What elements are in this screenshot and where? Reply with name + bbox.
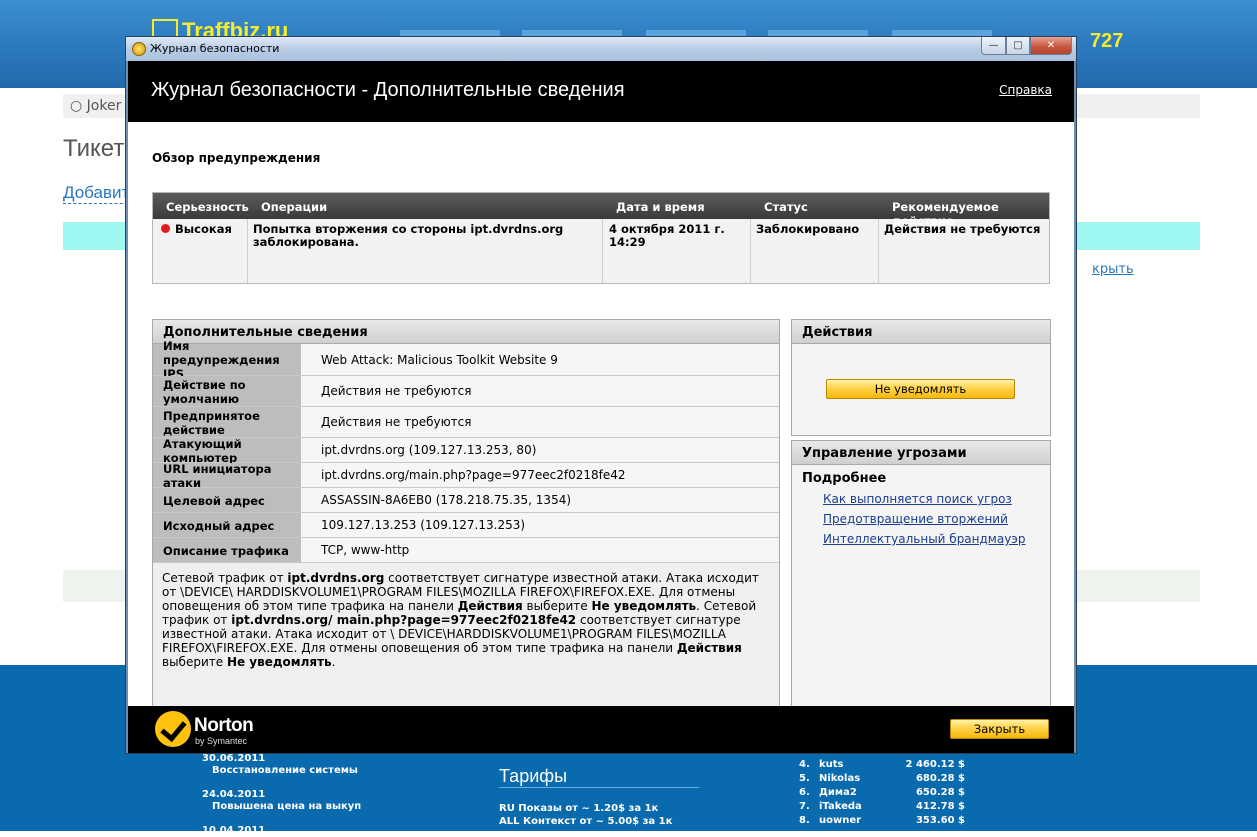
details-row-value: ipt.dvrdns.org/main.php?page=977eec2f021… [321, 468, 626, 482]
norton-logo-icon [155, 711, 191, 747]
details-row: Описание трафика TCP, www-http [153, 538, 779, 563]
details-row-label: Имя предупреждения IPS [153, 339, 301, 381]
details-row: Исходный адрес 109.127.13.253 (109.127.1… [153, 513, 779, 538]
datetime-cell: 4 октября 2011 г. 14:29 [609, 222, 725, 249]
details-row-label: Действие по умолчанию [153, 376, 301, 406]
details-row-value: ipt.dvrdns.org (109.127.13.253, 80) [321, 443, 537, 457]
details-panel: Дополнительные сведения Имя предупрежден… [152, 319, 780, 711]
site-close-link[interactable]: крыть [1092, 262, 1134, 277]
ranking-row: 6. Дима2 650.28 $ [799, 787, 965, 798]
column-divider [878, 219, 879, 283]
dialog-header: Журнал безопасности - Дополнительные све… [128, 61, 1074, 122]
norton-brand: Norton [194, 715, 254, 736]
details-row: URL инициатора атаки ipt.dvrdns.org/main… [153, 462, 779, 490]
details-row-label: Целевой адрес [153, 488, 301, 512]
ranking-row: 8. uowner 353.60 $ [799, 815, 965, 826]
column-header-operation: Операции [261, 200, 328, 214]
link-smart-firewall[interactable]: Интеллектуальный брандмауэр [823, 532, 1026, 546]
column-divider [247, 219, 248, 283]
details-row-label: Исходный адрес [153, 513, 301, 537]
site-user[interactable]: ○ Joker [70, 98, 121, 114]
close-button[interactable]: Закрыть [950, 719, 1049, 739]
news-date: 10.04.2011 [202, 825, 266, 836]
status-cell: Заблокировано [756, 222, 860, 236]
tariff-item: ALL Контекст от ~ 5.00$ за 1к [499, 816, 673, 827]
details-row: Предпринятое действие Действия не требую… [153, 407, 779, 438]
severity-cell: Высокая [161, 223, 232, 236]
help-link[interactable]: Справка [999, 83, 1052, 97]
table-header: Серьезность Операции Дата и время Статус… [153, 193, 1049, 228]
window-content: Журнал безопасности - Дополнительные све… [128, 61, 1074, 753]
norton-brand-sub: by Symantec [195, 736, 248, 746]
details-row-label: Предпринятое действие [153, 407, 301, 437]
details-row: Имя предупреждения IPS Web Attack: Malic… [153, 339, 779, 381]
details-row-value: Действия не требуются [321, 384, 472, 398]
more-info-heading: Подробнее [802, 471, 887, 486]
tariffs-title: Тарифы [499, 766, 699, 788]
tariffs-list: RU Показы от ~ 1.20$ за 1к ALL Контекст … [499, 802, 672, 828]
news-date: 30.06.2011 [202, 753, 266, 764]
news-text[interactable]: Повышена цена на выкуп [202, 801, 361, 813]
link-threat-scan[interactable]: Как выполняется поиск угроз [823, 492, 1012, 506]
column-header-severity: Серьезность [166, 200, 249, 214]
details-row-value: TCP, www-http [321, 543, 410, 557]
tariff-item: RU Показы от ~ 1.20$ за 1к [499, 803, 659, 814]
details-row-value: 109.127.13.253 (109.127.13.253) [321, 518, 526, 532]
ranking-row: 5. Nikolas 680.28 $ [799, 773, 965, 784]
minimize-button[interactable]: — [981, 37, 1006, 55]
norton-app-icon [132, 42, 146, 56]
security-history-window: Журнал безопасности — □ ✕ Журнал безопас… [125, 36, 1077, 754]
ranking-list: 4. kuts 2 460.12 $ 5. Nikolas 680.28 $ 6. Дим… [799, 758, 965, 828]
close-window-button[interactable]: ✕ [1030, 37, 1072, 55]
actions-panel-title: Действия [791, 319, 1051, 344]
dialog-footer: Norton by Symantec Закрыть [128, 706, 1074, 753]
column-header-status: Статус [764, 200, 808, 214]
details-row-value: Web Attack: Malicious Toolkit Website 9 [321, 352, 558, 367]
actions-panel: Действия Не уведомлять [791, 319, 1051, 436]
dialog-title: Журнал безопасности - Дополнительные све… [151, 79, 625, 101]
operation-cell: Попытка вторжения со стороны ipt.dvrdns.… [253, 222, 564, 249]
do-not-notify-button[interactable]: Не уведомлять [826, 379, 1015, 399]
site-page-title: Тикет [63, 135, 125, 162]
details-row-label: Описание трафика [153, 538, 301, 562]
severity-high-icon [161, 224, 170, 233]
recommended-cell: Действия не требуются [884, 222, 1041, 236]
maximize-button[interactable]: □ [1006, 37, 1030, 55]
details-row: Целевой адрес ASSASSIN-8A6EB0 (178.218.7… [153, 488, 779, 513]
news-date: 24.04.2011 [202, 789, 266, 800]
window-titlebar[interactable]: Журнал безопасности — □ ✕ [126, 37, 1076, 61]
column-header-datetime: Дата и время [616, 200, 705, 214]
ranking-row: 4. kuts 2 460.12 $ [799, 759, 965, 770]
traffic-description: Сетевой трафик от ipt.dvrdns.org соответ… [162, 571, 759, 669]
link-intrusion-prevention[interactable]: Предотвращение вторжений [823, 512, 1008, 526]
column-divider [602, 219, 603, 283]
site-phone: 727 [1090, 30, 1124, 52]
window-title: Журнал безопасности [150, 42, 280, 55]
ranking-row: 7. iTakeda 412.78 $ [799, 801, 965, 812]
details-row-value: Действия не требуются [321, 415, 472, 429]
site-news: 30.06.2011 Восстановление системы 24.04.… [202, 753, 361, 837]
alert-summary-table: Серьезность Операции Дата и время Статус… [152, 192, 1050, 284]
details-row-value: ASSASSIN-8A6EB0 (178.218.75.35, 1354) [321, 493, 572, 507]
details-row-label: Атакующий компьютер [153, 437, 301, 465]
details-row: Действие по умолчанию Действия не требую… [153, 376, 779, 407]
alert-overview-label: Обзор предупреждения [152, 151, 321, 165]
details-row-label: URL инициатора атаки [153, 462, 301, 490]
details-row: Атакующий компьютер ipt.dvrdns.org (109.… [153, 437, 779, 465]
threat-management-panel: Управление угрозами Подробнее Как выполн… [791, 440, 1051, 712]
threat-management-title: Управление угрозами [791, 440, 1051, 465]
news-text[interactable]: Восстановление системы [202, 765, 361, 777]
column-divider [750, 219, 751, 283]
